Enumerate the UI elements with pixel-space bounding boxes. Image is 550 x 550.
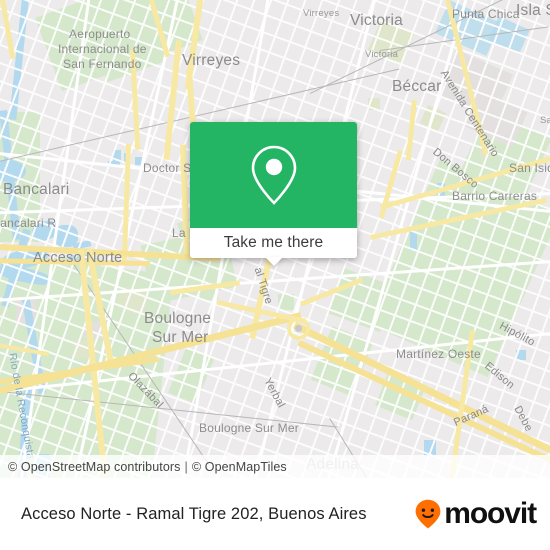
map-label-place: Bancalari R [0,216,57,230]
map-label-station: Virreyes [303,8,340,19]
map-label-place: Isla S [516,2,550,19]
map-label-river: Río de la Reconquista [6,352,37,460]
moovit-wordmark: moovit [444,497,537,530]
map-label-street: Hipólito [497,320,537,349]
map-label-street: Don Bosco [430,146,481,191]
attribution-tiles[interactable]: © OpenMapTiles [192,460,287,474]
map-label-street: Olazábal [125,370,166,411]
moovit-pin-icon [415,499,441,529]
map-label-place: Punta Chica [452,7,520,21]
map-label-place: Boulogne Sur Mer [199,421,299,435]
attribution-osm[interactable]: © OpenStreetMap contributors [8,460,181,474]
map-label-place: Aeropuerto [69,27,131,41]
map-label-place: San Fernando [63,57,142,71]
map-label-place: Barrio Carreras [452,189,538,203]
map-label-street: Paraná [452,403,491,429]
map-label-place: La [172,226,186,240]
map-label-street: Avenida Centenario [437,68,502,160]
map-label-place: Boulogne [144,310,212,327]
map-attribution: © OpenStreetMap contributors | © OpenMapTi… [0,455,550,478]
location-title: Acceso Norte - Ramal Tigre 202, Buenos A… [21,504,367,523]
map-label-place: Béccar [392,78,442,95]
popup-action-label: Take me there [223,234,324,251]
bottom-bar: Acceso Norte - Ramal Tigre 202, Buenos A… [0,478,550,550]
map-label-street: Edison [482,360,517,392]
popup-action-button[interactable]: Take me there [190,228,357,258]
moovit-logo[interactable]: moovit [414,499,550,529]
attribution-separator: | [184,459,188,474]
map-label-street: Debe [511,404,535,434]
location-popup-card[interactable]: Take me there [190,122,357,266]
map-label-street: al Tigre [251,266,275,306]
map-label-station: Victoria [365,49,399,60]
map-label-place: Virreyes [182,52,241,69]
map-label-street: Acceso Norte [33,250,123,266]
map-label-street: Yerbal [261,376,288,410]
map-label-place: Martínez Oeste [396,347,481,361]
map-canvas[interactable]: Virreyes Victoria Béccar Bancalari Boulo… [0,0,550,478]
map-label-place: Bancalari [3,181,70,198]
map-screen: Virreyes Victoria Béccar Bancalari Boulo… [0,0,550,550]
popup-pointer [264,257,283,266]
location-pin-icon [251,145,296,205]
attribution-text: © OpenStreetMap contributors | © OpenMapTi… [0,460,287,474]
map-label-place: Sur Mer [152,329,209,346]
map-label-place: San Isidro [509,161,550,175]
popup-header [190,122,357,228]
map-label-station: Sa [540,115,550,126]
map-label-place: Internacional de [58,42,147,56]
map-label-place: Victoria [350,12,404,29]
